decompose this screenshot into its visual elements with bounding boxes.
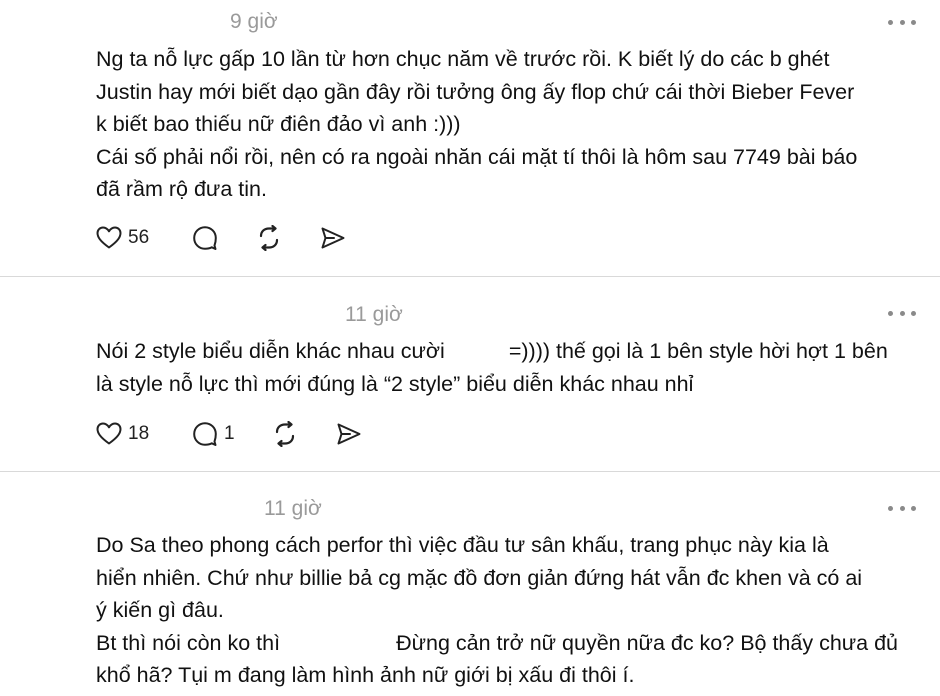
post-text-line: khổ hã? Tụi m đang làm hình ảnh nữ giới … — [96, 663, 635, 687]
more-options-button[interactable] — [888, 504, 916, 512]
more-options-button[interactable] — [888, 309, 916, 317]
like-count: 56 — [128, 227, 150, 248]
thread-feed: 9 giờ Ng ta nỗ lực gấp 10 lần từ hơn chụ… — [0, 0, 940, 696]
post-text-segment: Nói 2 style biểu diễn khác nhau cười — [96, 339, 445, 363]
heart-icon — [96, 226, 122, 249]
dot-icon — [888, 505, 893, 511]
dot-icon — [911, 310, 916, 316]
post-text-line: hiển nhiên. Chứ như billie bả cg mặc đồ … — [96, 565, 863, 590]
post-1: 9 giờ Ng ta nỗ lực gấp 10 lần từ hơn chụ… — [0, 0, 940, 276]
post-text-line: ý kiến gì đâu. — [96, 598, 224, 622]
post-text: Nói 2 style biểu diễn khác nhau cười =)))… — [96, 335, 926, 400]
post-text-line: Do Sa theo phong cách perfor thì việc đầ… — [96, 533, 829, 557]
dot-icon — [888, 310, 893, 316]
dot-icon — [911, 505, 916, 511]
post-2: 11 giờ Nói 2 style biểu diễn khác nhau c… — [0, 277, 940, 471]
post-text-line: Justin hay mới biết dạo gần đây rồi tưởn… — [96, 79, 855, 104]
dot-icon — [888, 19, 893, 25]
post-text-segment: Đừng cản trở nữ quyền nữa đc ko? Bộ thấy… — [396, 630, 899, 655]
post-text-line: Nói 2 style biểu diễn khác nhau cười =)))… — [96, 335, 926, 368]
like-button[interactable]: 56 — [96, 226, 192, 250]
heart-icon — [96, 422, 122, 445]
post-text-line: Cái số phải nổi rồi, nên có ra ngoài nhă… — [96, 144, 858, 169]
dot-icon — [899, 310, 905, 316]
send-icon — [321, 227, 345, 249]
post-text: Ng ta nỗ lực gấp 10 lần từ hơn chục năm … — [96, 43, 926, 206]
post-time: 11 giờ — [345, 303, 403, 326]
post-text-line: đã rầm rộ đưa tin. — [96, 177, 267, 201]
repost-button[interactable] — [272, 421, 336, 447]
repost-arrows-icon — [275, 421, 295, 447]
post-text-line: Bt thì nói còn ko thì Đừng cản trở nữ quy… — [96, 627, 926, 660]
dot-icon — [899, 505, 905, 511]
like-count: 18 — [128, 423, 150, 444]
more-options-button[interactable] — [888, 18, 916, 26]
post-text-segment: Bt thì nói còn ko thì — [96, 630, 281, 655]
repost-arrows-icon — [259, 225, 279, 251]
dot-icon — [899, 19, 905, 25]
reply-button[interactable]: 1 — [192, 421, 272, 447]
comment-bubble-icon — [193, 226, 217, 250]
post-text: Do Sa theo phong cách perfor thì việc đầ… — [96, 529, 926, 692]
post-text-segment: =)))) thế gọi là 1 bên style hời hợt 1 b… — [508, 339, 888, 363]
dot-icon — [911, 19, 916, 25]
post-actions: 56 — [96, 223, 346, 253]
reply-count: 1 — [224, 423, 235, 444]
send-icon — [337, 423, 361, 445]
post-text-line: Ng ta nỗ lực gấp 10 lần từ hơn chục năm … — [96, 47, 830, 71]
post-text-line: k biết bao thiếu nữ điên đảo vì anh :))) — [96, 112, 461, 136]
like-button[interactable]: 18 — [96, 422, 192, 446]
reply-button[interactable] — [192, 225, 256, 251]
post-text-line: là style nỗ lực thì mới đúng là “2 style… — [96, 371, 694, 396]
share-button[interactable] — [336, 422, 362, 446]
post-3: 11 giờ Do Sa theo phong cách perfor thì … — [0, 472, 940, 696]
share-button[interactable] — [320, 226, 346, 250]
post-time: 9 giờ — [230, 10, 278, 33]
comment-bubble-icon — [193, 422, 217, 446]
repost-button[interactable] — [256, 225, 320, 251]
post-actions: 18 1 — [96, 419, 362, 449]
post-time: 11 giờ — [264, 497, 322, 520]
